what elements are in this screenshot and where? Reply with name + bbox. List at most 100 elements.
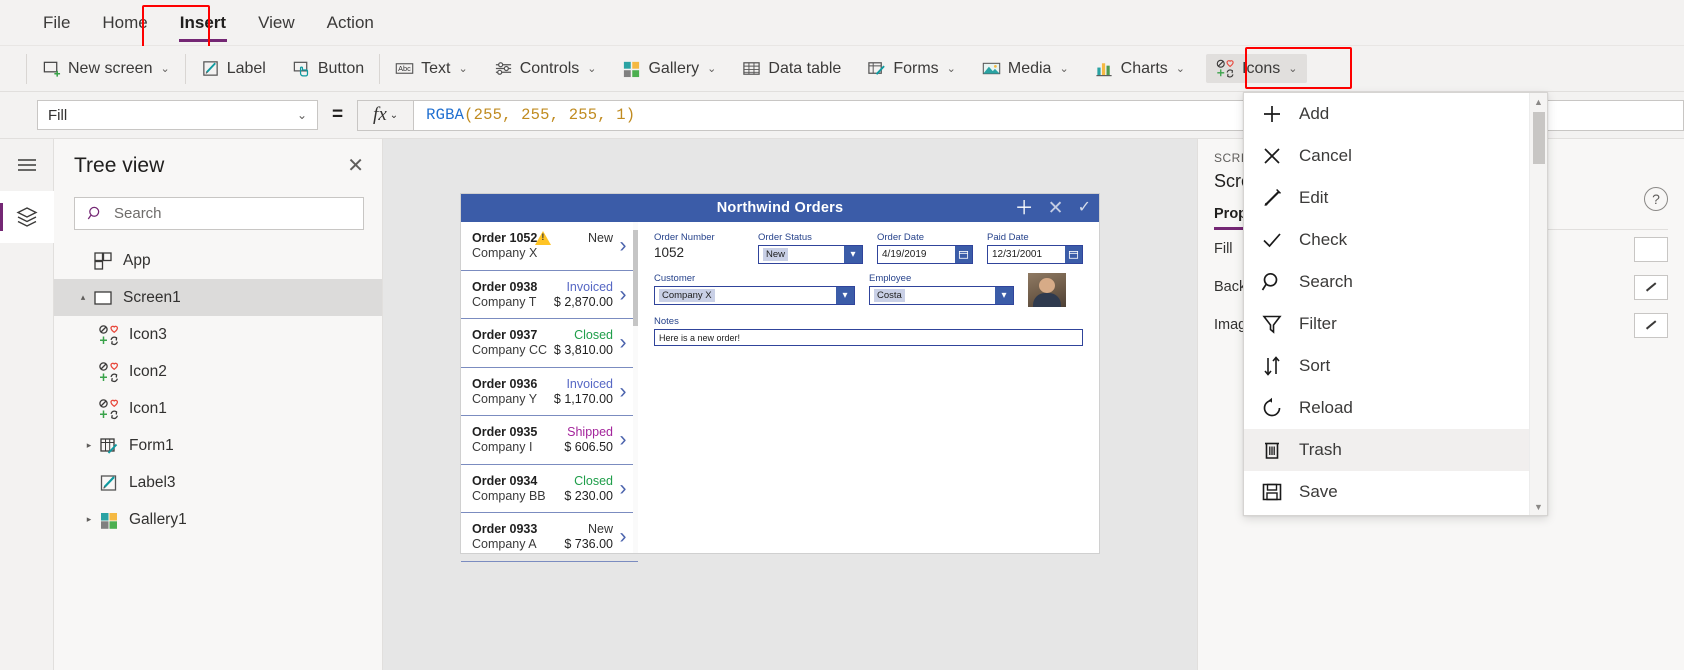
ribbon-forms-button[interactable]: Forms ⌄ (857, 54, 966, 83)
ribbon-media-button[interactable]: Media ⌄ (972, 54, 1079, 83)
expand-arrow-icon[interactable]: ▸ (80, 440, 98, 451)
calendar-icon[interactable] (955, 246, 972, 263)
property-selector[interactable]: Fill ⌄ (37, 100, 318, 130)
chevron-right-icon[interactable]: › (613, 478, 633, 499)
tree-node-screen1[interactable]: ▴ Screen1 (54, 279, 382, 316)
add-icon[interactable]: ＋ (1015, 199, 1034, 218)
app-title-actions: ＋ ✕ ✓ (1015, 194, 1091, 222)
tree-node-icon1[interactable]: Icon1 (54, 390, 382, 427)
ribbon-new-screen-button[interactable]: New screen ⌄ (32, 54, 180, 83)
chevron-right-icon[interactable]: › (613, 332, 633, 353)
ribbon-icons-button[interactable]: Icons ⌄ (1206, 54, 1308, 83)
fill-color-swatch[interactable] (1634, 236, 1668, 262)
calendar-icon[interactable] (1065, 246, 1082, 263)
menu-item-view[interactable]: View (245, 7, 308, 39)
app-preview[interactable]: Northwind Orders ＋ ✕ ✓ Order 1052 New (461, 194, 1099, 562)
chevron-right-icon[interactable]: › (613, 526, 633, 547)
orders-gallery[interactable]: Order 1052 New Company X › (461, 222, 638, 562)
paid-date-picker[interactable]: 12/31/2001 (987, 245, 1083, 264)
button-icon (292, 59, 311, 78)
menu-item-search[interactable]: Search (1244, 261, 1529, 303)
chevron-right-icon[interactable]: › (613, 429, 633, 450)
scroll-down-arrow-icon[interactable]: ▼ (1530, 498, 1547, 515)
background-image-picker[interactable] (1634, 274, 1668, 300)
app-canvas[interactable]: Northwind Orders ＋ ✕ ✓ Order 1052 New (383, 139, 1197, 670)
gallery-item[interactable]: Order 0937 Closed Company CC $ 3,810.00 … (461, 319, 638, 368)
ribbon-charts-button[interactable]: Charts ⌄ (1085, 54, 1195, 83)
tree-view-panel: Tree view ✕ Search App ▴ Screen1 Icon3 I… (54, 139, 383, 670)
image-position-picker[interactable] (1634, 312, 1668, 338)
gallery-grid-icon (98, 509, 120, 531)
scroll-up-arrow-icon[interactable]: ▲ (1530, 93, 1547, 110)
ribbon-text-button[interactable]: Abc Text ⌄ (385, 54, 478, 83)
menu-item-insert[interactable]: Insert (167, 7, 239, 42)
dropdown-scrollbar-thumb[interactable] (1533, 112, 1545, 164)
tree-node-icon3[interactable]: Icon3 (54, 316, 382, 353)
order-edit-form[interactable]: Order Number 1052 Order Status New ▾ Ord… (638, 222, 1099, 553)
active-rail-indicator (0, 203, 3, 231)
tree-node-label: Icon2 (129, 362, 167, 380)
chevron-right-icon[interactable]: › (613, 235, 633, 256)
gallery-item[interactable]: Order 0935 Shipped Company I $ 606.50 › (461, 416, 638, 465)
ribbon-label-button[interactable]: Label (191, 54, 276, 83)
chevron-down-icon[interactable]: ▾ (995, 287, 1013, 304)
menu-item-edit[interactable]: Edit (1244, 177, 1529, 219)
order-status-dropdown[interactable]: New ▾ (758, 245, 863, 264)
tree-node-gallery1[interactable]: ▸ Gallery1 (54, 501, 382, 538)
menu-item-trash[interactable]: Trash (1244, 429, 1529, 471)
gallery-item[interactable]: Order 0936 Invoiced Company Y $ 1,170.00… (461, 368, 638, 416)
menu-item-add[interactable]: Add (1244, 93, 1529, 135)
chevron-down-icon[interactable]: ▾ (836, 287, 854, 304)
ribbon-controls-button[interactable]: Controls ⌄ (484, 54, 607, 83)
gallery-item[interactable]: Order 0938 Invoiced Company T $ 2,870.00… (461, 271, 638, 319)
collapse-arrow-icon[interactable]: ▴ (74, 292, 92, 303)
ribbon-gallery-button[interactable]: Gallery ⌄ (612, 54, 726, 83)
menu-item-file[interactable]: File (30, 7, 83, 39)
employee-dropdown[interactable]: Costa ▾ (869, 286, 1014, 305)
tree-node-label3[interactable]: Label3 (54, 464, 382, 501)
tree-view-rail-button[interactable] (0, 191, 54, 243)
formula-paren-close: ) (625, 106, 636, 124)
check-icon[interactable]: ✓ (1078, 200, 1091, 216)
chevron-down-icon[interactable]: ▾ (844, 246, 862, 263)
fx-button[interactable]: fx ⌄ (357, 99, 414, 131)
tree-node-app[interactable]: App (54, 242, 382, 279)
menu-item-save[interactable]: Save (1244, 471, 1529, 513)
ribbon-button-label: Button (317, 59, 365, 77)
menu-item-reload[interactable]: Reload (1244, 387, 1529, 429)
notes-input[interactable]: Here is a new order! (654, 329, 1083, 346)
gallery-item[interactable]: Order 1052 New Company X › (461, 222, 638, 271)
chevron-right-icon[interactable]: › (613, 381, 633, 402)
menu-item-home[interactable]: Home (89, 7, 160, 39)
gallery-item[interactable]: Order 0933 New Company A $ 736.00 › (461, 513, 638, 562)
formula-arg: 255 (568, 106, 598, 124)
chevron-right-icon[interactable]: › (613, 284, 633, 305)
customer-dropdown[interactable]: Company X ▾ (654, 286, 855, 305)
tree-node-form1[interactable]: ▸ Form1 (54, 427, 382, 464)
menu-item-cancel[interactable]: Cancel (1244, 135, 1529, 177)
icons-set-icon (98, 361, 120, 383)
ribbon-data-table-button[interactable]: Data table (732, 54, 851, 83)
tree-node-icon2[interactable]: Icon2 (54, 353, 382, 390)
employee-avatar (1028, 273, 1066, 307)
menu-item-filter[interactable]: Filter (1244, 303, 1529, 345)
sort-arrows-icon (1260, 354, 1284, 378)
expand-arrow-icon[interactable]: ▸ (80, 514, 98, 525)
gallery-item[interactable]: Order 0934 Closed Company BB $ 230.00 › (461, 465, 638, 513)
order-amount: $ 1,170.00 (553, 391, 613, 406)
menu-item-action[interactable]: Action (314, 7, 387, 39)
icons-dropdown-menu[interactable]: Add Cancel Edit Check Search Filter Sort… (1243, 92, 1548, 516)
cancel-icon[interactable]: ✕ (1048, 199, 1064, 218)
formula-function-name: RGBA (426, 106, 465, 124)
tree-search-box[interactable]: Search (74, 197, 364, 230)
app-title: Northwind Orders (716, 200, 844, 216)
menu-item-check[interactable]: Check (1244, 219, 1529, 261)
dropdown-scrollbar[interactable]: ▲ ▼ (1529, 93, 1547, 515)
close-icon[interactable]: ✕ (347, 156, 364, 176)
floppy-disk-icon (1260, 480, 1284, 504)
hamburger-menu-button[interactable] (0, 139, 54, 191)
help-icon[interactable]: ? (1644, 187, 1668, 211)
ribbon-button-button[interactable]: Button (282, 54, 374, 83)
menu-item-sort[interactable]: Sort (1244, 345, 1529, 387)
order-date-picker[interactable]: 4/19/2019 (877, 245, 973, 264)
